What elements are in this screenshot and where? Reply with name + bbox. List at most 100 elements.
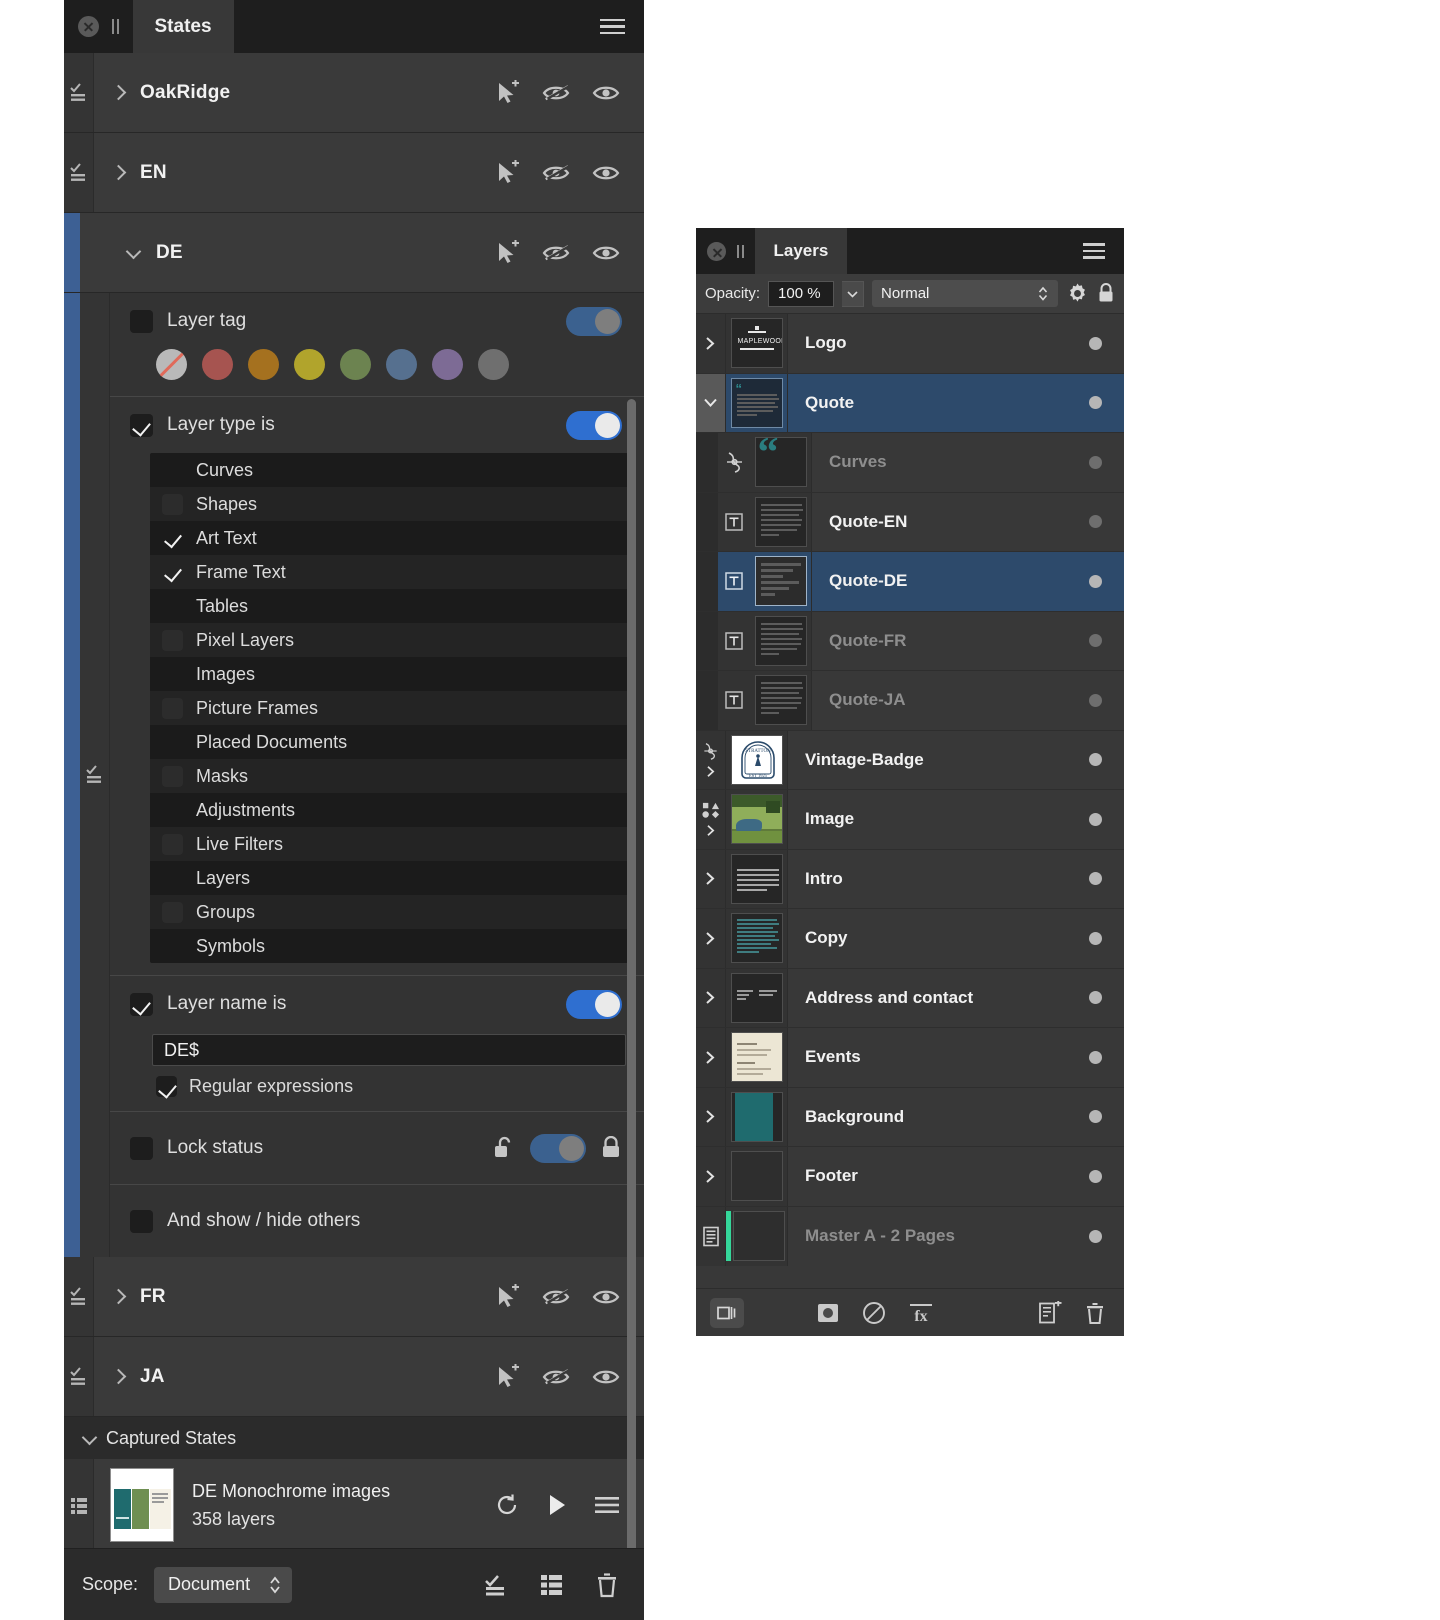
state-main-fr[interactable]: FR [94,1257,644,1336]
layer-visibility-toggle[interactable] [1089,336,1102,350]
lock-icon[interactable] [1097,283,1115,304]
regex-checkbox[interactable] [156,1076,177,1097]
layer-type-item-symbols[interactable]: Symbols [150,929,628,963]
expand-chevron-right-icon[interactable] [696,849,726,908]
layer-visibility-toggle[interactable] [1089,872,1102,886]
layer-gutter[interactable] [696,790,726,849]
layer-visibility-toggle[interactable] [1089,396,1102,410]
eye-slash-icon[interactable] [542,242,570,264]
layer-visibility-toggle[interactable] [1089,931,1102,945]
states-scrollbar-thumb[interactable] [627,399,636,1548]
close-icon[interactable] [707,241,726,261]
eye-icon[interactable] [592,83,620,103]
layer-tag-toggle[interactable] [566,306,622,336]
layer-type-toggle[interactable] [566,410,622,440]
drag-grip-icon[interactable] [112,19,119,34]
layer-row-curves[interactable]: “ Curves [696,433,1124,493]
captured-state-row[interactable]: DE Monochrome images 358 layers [64,1459,644,1548]
state-row-fr[interactable]: FR [64,1257,644,1337]
layer-type-item-pixel-layers[interactable]: Pixel Layers [150,623,628,657]
delete-layer-icon[interactable] [1084,1301,1106,1325]
cursor-add-icon[interactable] [494,1283,520,1310]
captured-states-header[interactable]: Captured States [64,1417,644,1459]
layer-visibility-toggle[interactable] [1089,1110,1102,1124]
checkbox-icon[interactable] [162,697,183,719]
states-hamburger-menu-icon[interactable] [581,0,644,53]
close-icon[interactable] [78,16,99,37]
duplicate-layers-button[interactable] [696,1297,744,1328]
checkbox-icon[interactable] [162,732,183,753]
reorder-handle-icon[interactable] [64,1459,94,1548]
layer-visibility-toggle[interactable] [1089,515,1102,529]
eye-icon[interactable] [592,1367,620,1387]
state-list-icon[interactable] [64,53,94,132]
blend-mode-select[interactable]: Normal [872,280,1058,307]
layer-type-item-picture-frames[interactable]: Picture Frames [150,691,628,725]
layer-row-events[interactable]: Events [696,1028,1124,1088]
layer-gutter[interactable] [696,730,726,789]
chevron-updown-icon[interactable] [1037,284,1049,303]
tag-swatch-green[interactable] [340,349,371,380]
checkbox-checked-icon[interactable] [162,562,183,583]
checkbox-icon[interactable] [162,596,183,617]
lock-status-checkbox[interactable] [130,1136,153,1160]
state-main-ja[interactable]: JA [94,1337,644,1416]
eye-icon[interactable] [592,163,620,183]
scope-select[interactable]: Document [154,1566,293,1603]
layer-visibility-toggle[interactable] [1089,1229,1102,1243]
cursor-add-icon[interactable] [494,239,520,266]
fx-icon[interactable]: fx [908,1302,934,1324]
chevron-right-icon[interactable] [110,1369,126,1385]
layer-row-copy[interactable]: Copy [696,909,1124,969]
layer-row-vintage-badge[interactable]: STRATTON EST 1925 Vintage-Badge [696,730,1124,790]
layer-type-item-adjustments[interactable]: Adjustments [150,793,628,827]
opacity-input[interactable]: 100 % [768,280,835,307]
checkbox-icon[interactable] [162,901,183,923]
checkbox-icon[interactable] [162,800,183,821]
layer-visibility-toggle[interactable] [1089,1169,1102,1183]
state-main-de[interactable]: DE [110,213,644,292]
show-hide-others-checkbox[interactable] [130,1209,153,1233]
state-list-icon[interactable] [64,1257,94,1336]
layer-row-quote[interactable]: “ Quote [696,373,1124,433]
cursor-add-icon[interactable] [494,79,520,106]
chevron-right-icon[interactable] [110,165,126,181]
expand-chevron-right-icon[interactable] [696,1028,726,1087]
expand-chevron-right-icon[interactable] [696,968,726,1027]
layer-type-checkbox[interactable] [130,413,153,437]
layer-type-item-masks[interactable]: Masks [150,759,628,793]
layer-row-background[interactable]: Background [696,1087,1124,1147]
state-main-en[interactable]: EN [94,133,644,212]
eye-icon[interactable] [592,243,620,263]
state-row-en[interactable]: EN [64,133,644,213]
delete-state-icon[interactable] [594,1571,620,1599]
layer-type-item-tables[interactable]: Tables [150,589,628,623]
chevron-right-icon[interactable] [110,85,126,101]
play-icon[interactable] [546,1493,568,1517]
mask-icon[interactable] [816,1302,840,1324]
opacity-dropdown-chevron-down-icon[interactable] [842,280,865,307]
state-row-de[interactable]: DE [64,213,644,293]
tab-states[interactable]: States [132,0,234,53]
layer-tag-checkbox[interactable] [130,309,153,333]
layer-visibility-toggle[interactable] [1089,812,1102,826]
lock-status-toggle[interactable] [530,1133,586,1163]
drag-grip-icon[interactable] [737,244,744,258]
layer-visibility-toggle[interactable] [1089,693,1102,707]
hamburger-menu-icon[interactable] [594,1495,620,1515]
unlock-icon[interactable] [492,1136,516,1160]
tag-swatch-blue[interactable] [386,349,417,380]
layer-visibility-toggle[interactable] [1089,1050,1102,1064]
expand-chevron-down-icon[interactable] [696,373,726,432]
checkbox-icon[interactable] [162,493,183,515]
layer-type-item-frame-text[interactable]: Frame Text [150,555,628,589]
eye-slash-icon[interactable] [542,162,570,184]
regex-row[interactable]: Regular expressions [110,1076,644,1111]
expand-chevron-right-icon[interactable] [696,314,726,373]
checkbox-icon[interactable] [162,664,183,685]
tag-swatch-gray[interactable] [478,349,509,380]
expand-chevron-right-icon[interactable] [696,909,726,968]
new-state-icon[interactable] [538,1572,566,1598]
layer-row-quote-ja[interactable]: Quote-JA [696,671,1124,731]
layer-row-image[interactable]: Image [696,790,1124,850]
